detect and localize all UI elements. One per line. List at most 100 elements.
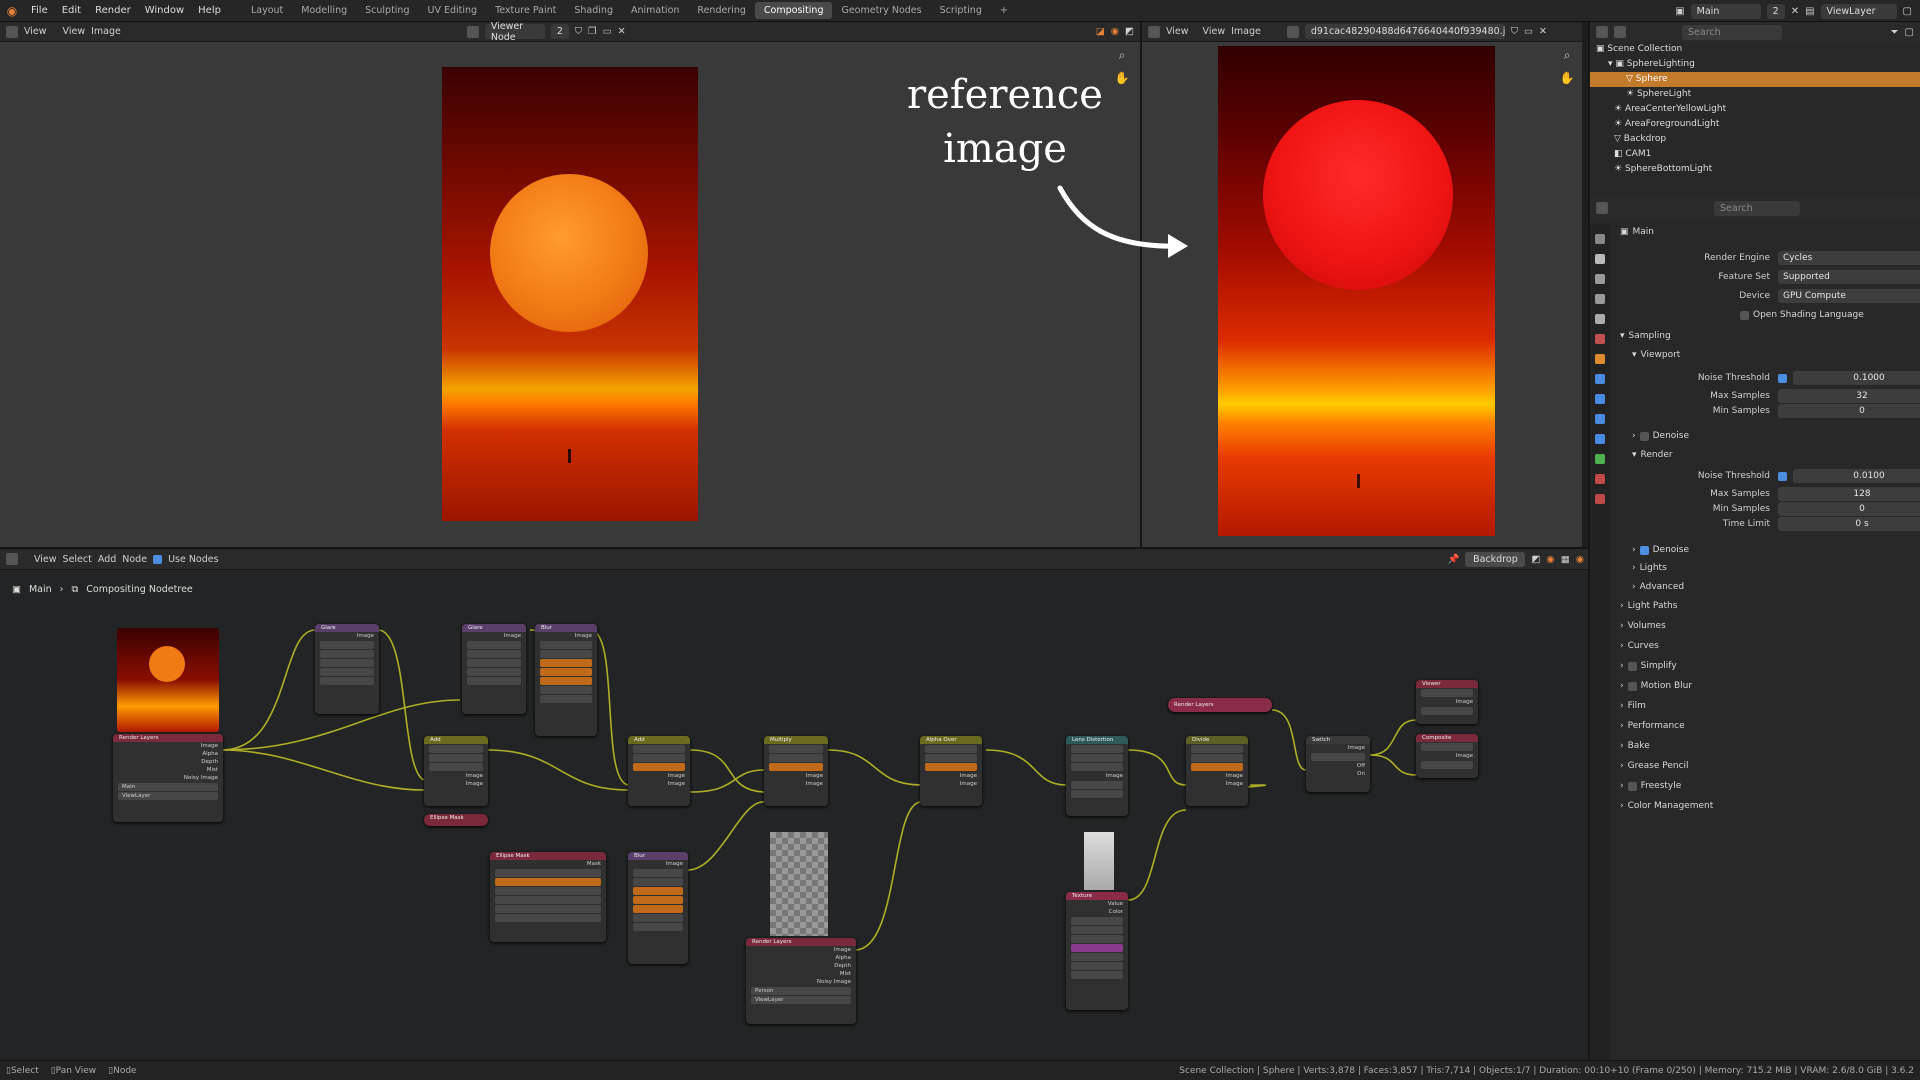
scene-field[interactable]: Main	[1690, 3, 1761, 19]
lights-subpanel[interactable]: › Lights	[1632, 560, 1667, 576]
vp-max-field[interactable]: 32	[1778, 389, 1920, 403]
blender-logo-icon[interactable]: ◉	[0, 4, 24, 18]
unlink-icon[interactable]: ✕	[618, 26, 626, 37]
outliner-item-spherelighting[interactable]: ▾ ▣ SphereLighting	[1590, 57, 1920, 72]
composite-node[interactable]: Composite Image	[1416, 734, 1478, 778]
node-gizmo-icon[interactable]: ◉	[1576, 554, 1584, 565]
ref-image-browse-icon[interactable]	[1286, 25, 1299, 38]
outliner-item-backdrop[interactable]: ▽ Backdrop	[1590, 132, 1920, 147]
glare1-threshold[interactable]	[320, 668, 374, 676]
backdrop-button[interactable]: Backdrop	[1465, 551, 1526, 567]
composite-use-alpha[interactable]	[1421, 743, 1473, 751]
simplify-checkbox[interactable]	[1627, 661, 1637, 671]
add2-blend-mode[interactable]	[633, 745, 685, 753]
overlay-icon[interactable]: ◪	[1096, 26, 1105, 37]
divide-fac[interactable]	[1191, 763, 1243, 771]
r-noise-checkbox[interactable]	[1778, 471, 1787, 481]
node-view-menu[interactable]: View	[34, 554, 57, 565]
glare2-mix[interactable]	[467, 659, 521, 667]
r-min-field[interactable]: 0	[1778, 502, 1920, 516]
fake-user-icon[interactable]: ⛉	[575, 26, 582, 37]
node-overlay-icon[interactable]: ◉	[1546, 554, 1554, 565]
blur2-relative[interactable]	[633, 878, 683, 886]
add-viewlayer-icon[interactable]: ▢	[1903, 6, 1912, 17]
ref-fake-user-icon[interactable]: ⛉	[1511, 26, 1518, 37]
divide-clamp[interactable]	[1191, 754, 1243, 762]
modifier-tab-icon[interactable]	[1595, 374, 1605, 384]
data-tab-icon[interactable]	[1595, 454, 1605, 464]
tab-shading[interactable]: Shading	[565, 2, 622, 19]
node-editor-type-icon[interactable]	[6, 553, 18, 565]
panel-grease-pencil[interactable]: › Grease Pencil	[1620, 758, 1689, 774]
panel-freestyle[interactable]: › Freestyle	[1620, 778, 1681, 794]
osl-checkbox[interactable]	[1740, 310, 1749, 320]
r-denoise-subpanel[interactable]: › Denoise	[1632, 542, 1689, 558]
lens-projector[interactable]	[1071, 745, 1123, 753]
ellipse-value-input[interactable]	[495, 914, 601, 922]
texture-scale-x[interactable]	[1071, 953, 1123, 961]
constraints-tab-icon[interactable]	[1595, 434, 1605, 444]
tab-uv-editing[interactable]: UV Editing	[419, 2, 487, 19]
outliner-item-areaforegroundlight[interactable]: ☀ AreaForegroundLight	[1590, 117, 1920, 132]
display-channels-icon[interactable]: ◩	[1125, 26, 1134, 37]
texture-scale-y[interactable]	[1071, 962, 1123, 970]
node-canvas[interactable]: ▣ Main › ⧉ Compositing Nodetree Render L…	[0, 570, 1590, 1060]
glare1-mix[interactable]	[320, 659, 374, 667]
lens-fit[interactable]	[1071, 763, 1123, 771]
duplicate-icon[interactable]: ❐	[588, 26, 597, 37]
node-select-menu[interactable]: Select	[63, 554, 92, 565]
texture-node[interactable]: Texture Value Color	[1066, 892, 1128, 1010]
ellipse-rotation[interactable]	[495, 887, 601, 895]
rl3-scene-field[interactable]: Person	[751, 987, 851, 995]
blur1-filter[interactable]	[540, 641, 592, 649]
ellipse-width-height[interactable]	[495, 878, 601, 886]
output-tab-icon[interactable]	[1595, 274, 1605, 284]
add2-clamp[interactable]	[633, 754, 685, 762]
panel-performance[interactable]: › Performance	[1620, 718, 1685, 734]
open-folder-icon[interactable]: ▭	[603, 26, 612, 37]
menu-file[interactable]: File	[24, 5, 55, 16]
texture-offset-z[interactable]	[1071, 944, 1123, 952]
outliner-search[interactable]: Search	[1682, 24, 1782, 40]
texture-scale-z[interactable]	[1071, 971, 1123, 979]
add-node-2[interactable]: Add Image Image	[628, 736, 690, 806]
vp-min-field[interactable]: 0	[1778, 404, 1920, 418]
outliner-item-spherebottomlight[interactable]: ☀ SphereBottomLight	[1590, 162, 1920, 177]
properties-type-icon[interactable]	[1596, 202, 1608, 214]
tab-compositing[interactable]: Compositing	[754, 2, 833, 19]
glare2-quality[interactable]	[467, 650, 521, 658]
texture-offset-y[interactable]	[1071, 935, 1123, 943]
r-max-field[interactable]: 128	[1778, 487, 1920, 501]
blur1-size[interactable]	[540, 695, 592, 703]
outliner-type-icon[interactable]	[1596, 26, 1608, 38]
new-collection-icon[interactable]: ▢	[1905, 27, 1914, 38]
advanced-subpanel[interactable]: › Advanced	[1632, 579, 1684, 595]
ref-filename-field[interactable]: d91cac48290488d6476640440f939480.jpg	[1304, 24, 1505, 39]
tab-sculpting[interactable]: Sculpting	[356, 2, 418, 19]
add-node-1[interactable]: Add Image Image	[424, 736, 488, 806]
outliner-item-sphere[interactable]: ▽ Sphere	[1590, 72, 1920, 87]
rl3-layer-field[interactable]: ViewLayer	[751, 996, 851, 1004]
use-nodes-checkbox[interactable]	[153, 554, 163, 564]
node-node-menu[interactable]: Node	[122, 554, 147, 565]
sampling-panel-header[interactable]: ▾ Sampling	[1620, 328, 1671, 344]
view-menu[interactable]: View	[24, 26, 47, 37]
render-tab-icon[interactable]	[1595, 254, 1605, 264]
vp-noise-field[interactable]: 0.1000	[1793, 371, 1920, 385]
ellipse-mask-node[interactable]: Ellipse Mask Mask	[490, 852, 606, 942]
tab-texture-paint[interactable]: Texture Paint	[486, 2, 565, 19]
lens-distortion-node[interactable]: Lens Distortion Image	[1066, 736, 1128, 816]
vp-denoise-subpanel[interactable]: › Denoise	[1632, 428, 1689, 444]
viewlayer-field[interactable]: ViewLayer	[1820, 3, 1897, 19]
viewer-node-field[interactable]: Viewer Node	[484, 21, 545, 43]
add1-clamp[interactable]	[429, 754, 483, 762]
editor-type-icon-2[interactable]	[1148, 25, 1160, 38]
panel-motion-blur[interactable]: › Motion Blur	[1620, 678, 1692, 694]
viewer-use-alpha[interactable]	[1421, 689, 1473, 697]
tab-scripting[interactable]: Scripting	[931, 2, 991, 19]
scene-tab-icon[interactable]	[1595, 314, 1605, 324]
snap-icon[interactable]: ▦	[1561, 554, 1570, 565]
lens-dispersion[interactable]	[1071, 790, 1123, 798]
divide-node[interactable]: Divide Image Image	[1186, 736, 1248, 806]
outliner-item-cam1[interactable]: ◧ CAM1	[1590, 147, 1920, 162]
